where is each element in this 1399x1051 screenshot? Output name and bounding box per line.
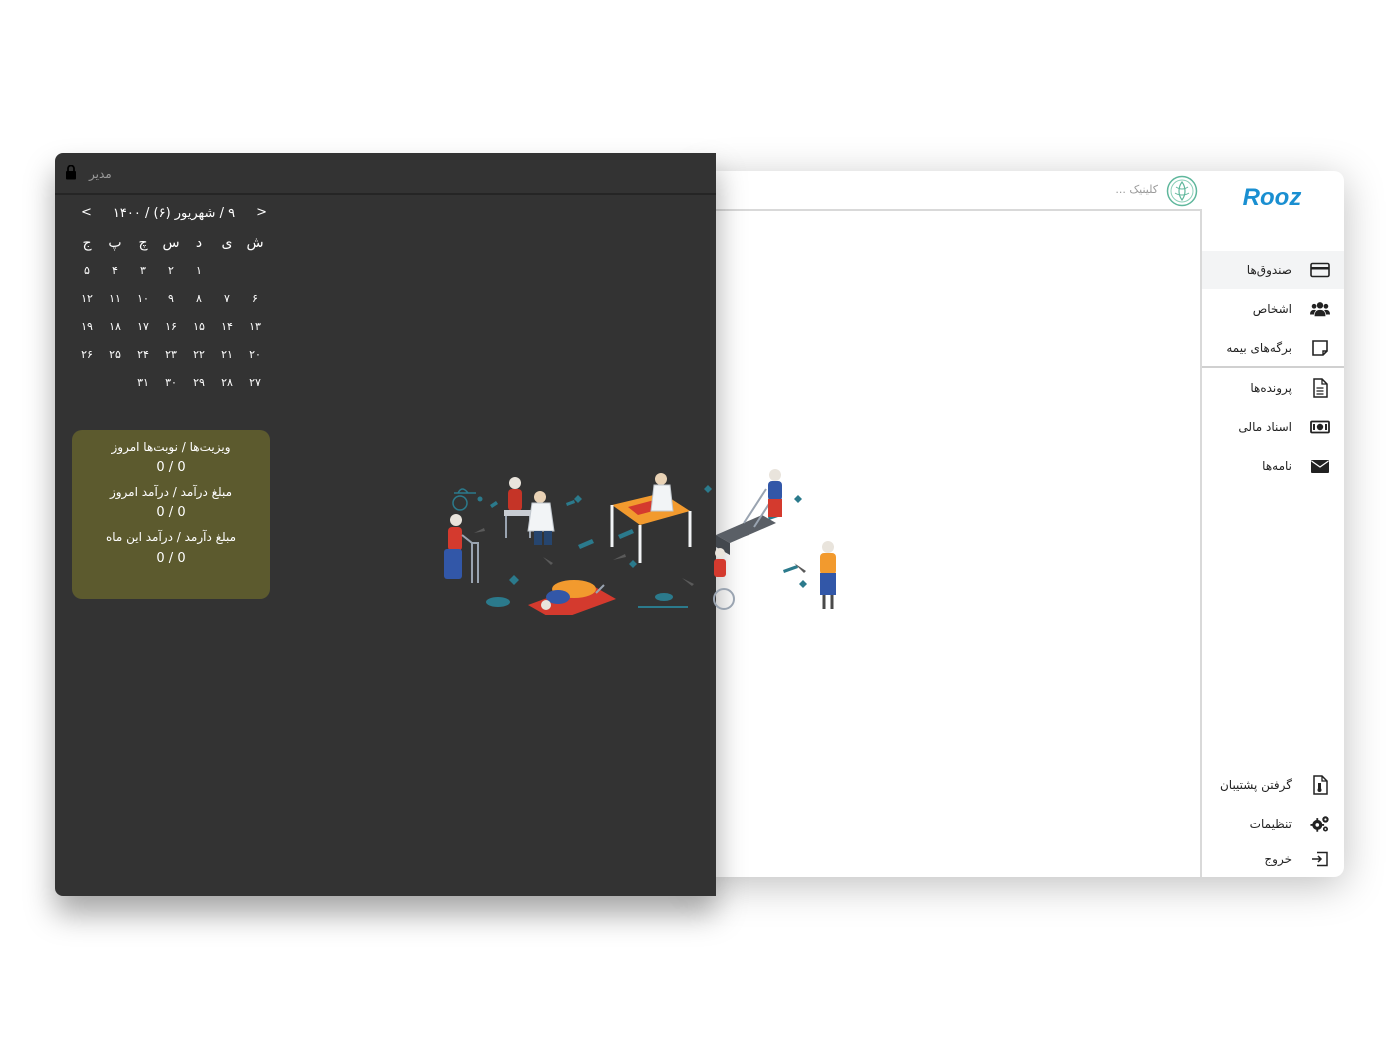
sidebar-item-settings[interactable]: تنظیمات	[1202, 805, 1344, 843]
calendar-day[interactable]: ۲	[157, 257, 185, 285]
weekday-label: چ	[138, 235, 148, 251]
sidebar-item-label: اشخاص	[1252, 302, 1292, 316]
calendar-day[interactable]: ۱۱	[101, 285, 129, 313]
calendar-day[interactable]: ۳	[129, 257, 157, 285]
calendar-week-row: ۱ ۲ ۳ ۴ ۵	[73, 257, 269, 285]
sidebar-item-insurance-sheets[interactable]: برگه‌های بیمه	[1202, 329, 1344, 367]
svg-text:Rooz: Rooz	[1243, 184, 1302, 211]
calendar-weekday-row: ش ی د س چ پ ج	[73, 231, 269, 257]
credit-card-icon	[1310, 260, 1330, 280]
calendar-day[interactable]	[101, 369, 129, 397]
calendar-day[interactable]: ۳۱	[129, 369, 157, 397]
sidebar-item-financial-documents[interactable]: اسناد مالی	[1202, 408, 1344, 446]
weekday-label: ی	[221, 235, 233, 251]
calendar-day[interactable]: ۲۲	[185, 341, 213, 369]
sidebar-item-persons[interactable]: اشخاص	[1202, 290, 1344, 328]
calendar-day[interactable]	[213, 257, 241, 285]
calendar-day[interactable]: ۷	[213, 285, 241, 313]
sign-out-icon	[1310, 849, 1330, 869]
clinic-logo-icon	[1166, 175, 1198, 207]
calendar-day[interactable]: ۲۳	[157, 341, 185, 369]
calendar-day[interactable]: ۲۵	[101, 341, 129, 369]
weekday-label: ش	[246, 235, 264, 251]
top-bar: کلینیک ...	[700, 171, 1202, 211]
calendar-day[interactable]: ۸	[185, 285, 213, 313]
money-bill-icon	[1310, 417, 1330, 437]
sidebar-item-label: پرونده‌ها	[1250, 381, 1292, 395]
sidebar: Rooz صندوق‌ها اشخاص برگه‌های بیمه پرونده…	[1202, 171, 1344, 877]
document-icon	[1310, 378, 1330, 398]
stat-value-today-income: 0 / 0	[156, 505, 186, 520]
sidebar-item-label: خروج	[1264, 852, 1292, 866]
calendar-day[interactable]: ۴	[101, 257, 129, 285]
weekday-label: پ	[108, 235, 122, 251]
sidebar-item-cash-boxes[interactable]: صندوق‌ها	[1202, 251, 1344, 289]
calendar-day[interactable]: ۱۸	[101, 313, 129, 341]
calendar-day[interactable]: ۱۷	[129, 313, 157, 341]
sidebar-item-label: صندوق‌ها	[1246, 263, 1292, 277]
calendar-day[interactable]: ۱۶	[157, 313, 185, 341]
calendar-day[interactable]: ۲۷	[241, 369, 269, 397]
envelope-icon	[1310, 456, 1330, 476]
sidebar-item-label: تنظیمات	[1249, 817, 1292, 831]
calendar-day[interactable]: ۳۰	[157, 369, 185, 397]
calendar-week-row: ۶ ۷ ۸ ۹ ۱۰ ۱۱ ۱۲	[73, 285, 269, 313]
users-icon	[1310, 299, 1330, 319]
calendar-day[interactable]: ۲۸	[213, 369, 241, 397]
title-bar: مدیر	[55, 153, 716, 195]
calendar-week-row: ۲۷ ۲۸ ۲۹ ۳۰ ۳۱	[73, 369, 269, 397]
calendar-day[interactable]: ۲۰	[241, 341, 269, 369]
calendar-day[interactable]: ۲۶	[73, 341, 101, 369]
calendar-day[interactable]: ۱۵	[185, 313, 213, 341]
stats-card: ویزیت‌ها / نوبت‌ها امروز 0 / 0 مبلغ درآم…	[72, 430, 270, 599]
calendar-day[interactable]: ۱۳	[241, 313, 269, 341]
sidebar-item-backup[interactable]: گرفتن پشتیبان	[1202, 766, 1344, 804]
sidebar-item-logout[interactable]: خروج	[1202, 840, 1344, 877]
stat-label-visits: ویزیت‌ها / نوبت‌ها امروز	[111, 440, 231, 454]
weekday-label: س	[162, 235, 180, 251]
stat-label-today-income: مبلغ درآمد / درآمد امروز	[109, 485, 233, 499]
sidebar-item-label: گرفتن پشتیبان	[1219, 778, 1292, 792]
calendar-day[interactable]: ۱۰	[129, 285, 157, 313]
calendar-day[interactable]	[73, 369, 101, 397]
sidebar-item-files[interactable]: پرونده‌ها	[1202, 369, 1344, 407]
calendar-day[interactable]	[241, 257, 269, 285]
calendar-day[interactable]: ۵	[73, 257, 101, 285]
user-role-label: مدیر	[89, 167, 112, 181]
sidebar-divider	[1202, 366, 1344, 368]
stat-value-visits: 0 / 0	[156, 460, 186, 475]
sidebar-item-letters[interactable]: نامه‌ها	[1202, 447, 1344, 485]
stat-label-month-income: مبلغ دآرمد / درآمد این ماه	[105, 530, 237, 544]
sticky-note-icon	[1310, 338, 1330, 358]
calendar-month-title: ۹ / شهریور (۶) / ۱۴۰۰	[112, 206, 236, 221]
calendar-prev-button[interactable]: <	[81, 205, 92, 220]
calendar-header: < ۹ / شهریور (۶) / ۱۴۰۰ >	[77, 205, 271, 227]
calendar-day[interactable]: ۱۹	[73, 313, 101, 341]
backup-file-icon	[1310, 775, 1330, 795]
lock-icon[interactable]	[65, 165, 77, 180]
rooz-logo: Rooz	[1243, 184, 1302, 211]
stat-value-month-income: 0 / 0	[156, 551, 186, 566]
calendar-day[interactable]: ۱	[185, 257, 213, 285]
calendar-week-row: ۱۳ ۱۴ ۱۵ ۱۶ ۱۷ ۱۸ ۱۹	[73, 313, 269, 341]
gears-icon	[1310, 814, 1330, 834]
sidebar-item-label: اسناد مالی	[1238, 420, 1292, 434]
calendar-week-row: ۲۰ ۲۱ ۲۲ ۲۳ ۲۴ ۲۵ ۲۶	[73, 341, 269, 369]
calendar-day[interactable]: ۲۱	[213, 341, 241, 369]
sidebar-item-label: نامه‌ها	[1262, 459, 1292, 473]
weekday-label: ج	[82, 235, 92, 251]
calendar-day[interactable]: ۱۴	[213, 313, 241, 341]
physiotherapy-illustration	[444, 469, 836, 615]
sidebar-item-label: برگه‌های بیمه	[1226, 341, 1292, 355]
calendar-grid: ش ی د س چ پ ج ۱ ۲ ۳ ۴ ۵ ۶ ۷ ۸ ۹ ۱۰ ۱۱ ۱۲…	[73, 231, 269, 397]
calendar-day[interactable]: ۲۴	[129, 341, 157, 369]
calendar-day[interactable]: ۱۲	[73, 285, 101, 313]
calendar-next-button[interactable]: >	[256, 205, 267, 220]
calendar-day[interactable]: ۹	[157, 285, 185, 313]
calendar-day[interactable]: ۲۹	[185, 369, 213, 397]
clinic-selector[interactable]: کلینیک ...	[1115, 183, 1158, 196]
calendar-day[interactable]: ۶	[241, 285, 269, 313]
weekday-label: د	[195, 235, 203, 251]
